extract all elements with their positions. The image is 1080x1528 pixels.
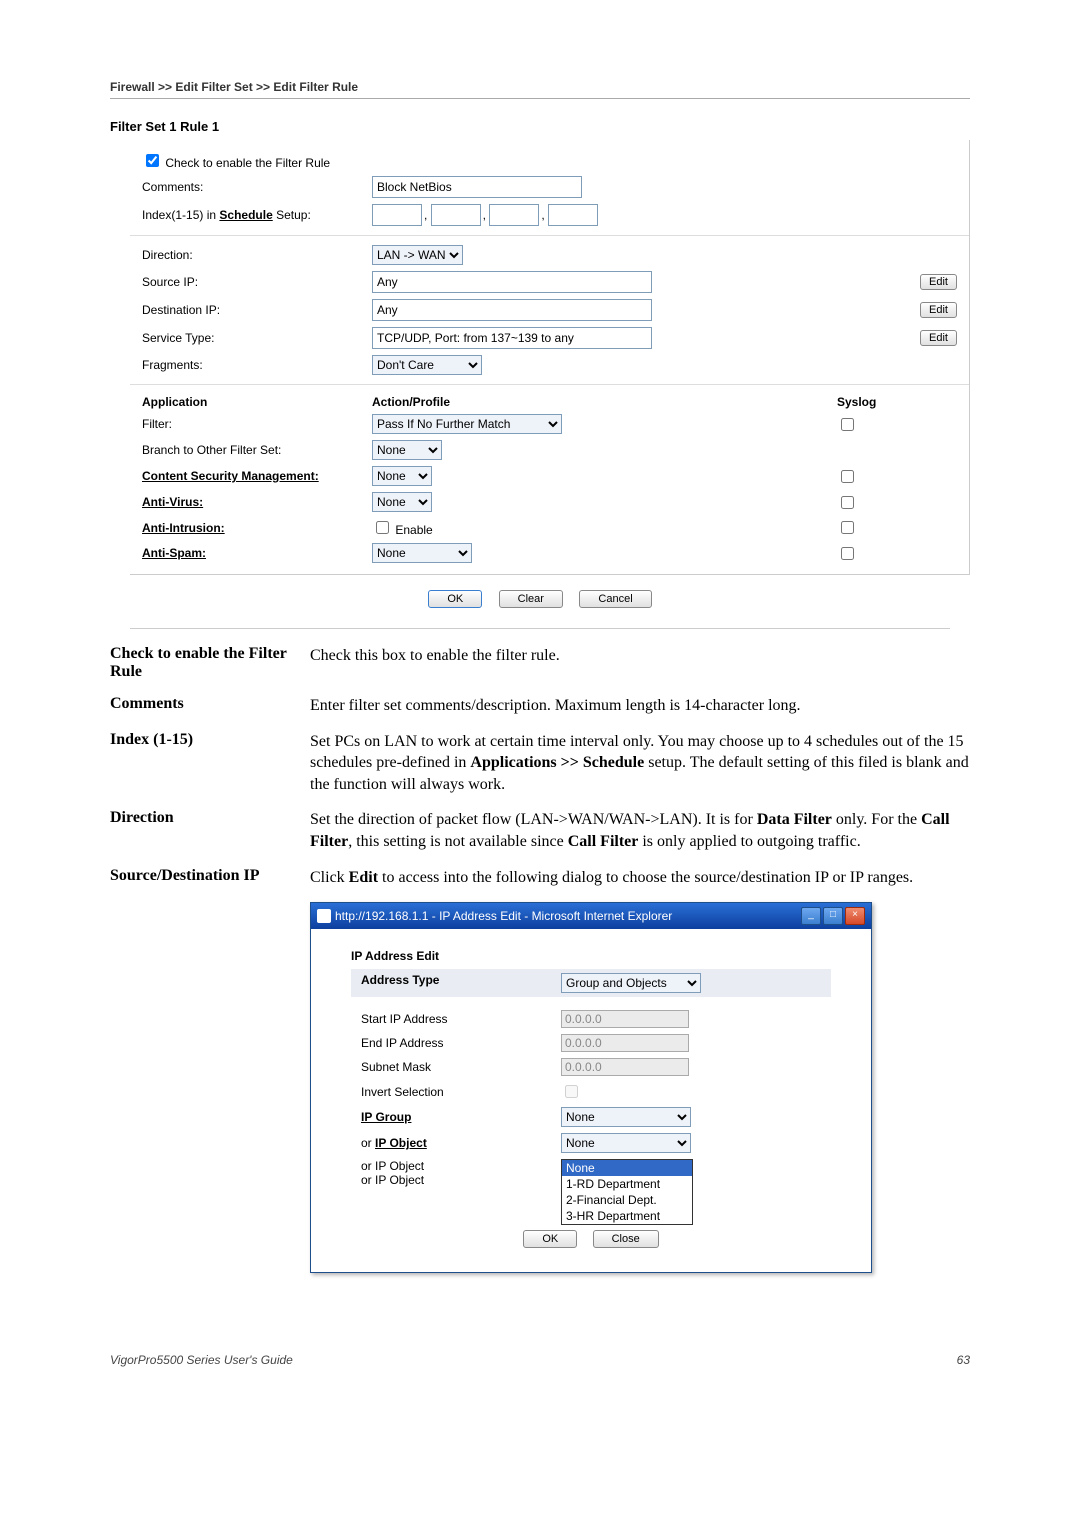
direction-label: Direction: — [142, 248, 372, 262]
desc-direction-label: Direction — [110, 809, 310, 852]
ie-close-button[interactable]: Close — [593, 1230, 659, 1248]
comments-label: Comments: — [142, 180, 372, 194]
clear-button[interactable]: Clear — [499, 590, 563, 608]
ok-button[interactable]: OK — [428, 590, 482, 608]
desc-comments-label: Comments — [110, 695, 310, 717]
filter-label: Filter: — [142, 417, 372, 431]
enable-filter-label: Check to enable the Filter Rule — [165, 156, 330, 170]
anti-spam-syslog-checkbox[interactable] — [841, 547, 854, 560]
ip-group-link[interactable]: IP Group — [361, 1110, 411, 1124]
index-label-suffix: Setup: — [276, 208, 311, 222]
action-profile-header: Action/Profile — [372, 395, 837, 409]
dropdown-item-hr[interactable]: 3-HR Department — [562, 1208, 692, 1224]
page-number: 63 — [957, 1353, 970, 1367]
ip-group-select[interactable]: None — [561, 1107, 691, 1127]
anti-intrusion-enable-checkbox[interactable] — [376, 521, 389, 534]
service-type-edit-button[interactable]: Edit — [920, 330, 957, 346]
csm-syslog-checkbox[interactable] — [841, 470, 854, 483]
dest-ip-edit-button[interactable]: Edit — [920, 302, 957, 318]
desc-check-label: Check to enable the Filter Rule — [110, 645, 310, 681]
anti-intrusion-enable-label: Enable — [395, 523, 432, 537]
end-ip-label: End IP Address — [361, 1036, 561, 1050]
schedule-input-1[interactable] — [372, 204, 422, 226]
anti-virus-select[interactable]: None — [372, 492, 432, 512]
enable-filter-checkbox[interactable] — [146, 154, 159, 167]
address-type-label: Address Type — [361, 973, 561, 993]
close-icon[interactable]: × — [845, 907, 865, 925]
anti-intrusion-link[interactable]: Anti-Intrusion: — [142, 521, 225, 535]
dropdown-item-rd[interactable]: 1-RD Department — [562, 1176, 692, 1192]
filter-syslog-checkbox[interactable] — [841, 418, 854, 431]
anti-spam-link[interactable]: Anti-Spam: — [142, 546, 206, 560]
ip-address-edit-title: IP Address Edit — [351, 949, 831, 963]
ie-dialog: http://192.168.1.1 - IP Address Edit - M… — [310, 902, 872, 1273]
schedule-input-3[interactable] — [489, 204, 539, 226]
anti-intrusion-syslog-checkbox[interactable] — [841, 521, 854, 534]
application-header: Application — [142, 395, 372, 409]
csm-link[interactable]: Content Security Management: — [142, 469, 372, 483]
footer-left: VigorPro5500 Series User's Guide — [110, 1353, 293, 1367]
anti-spam-select[interactable]: None — [372, 543, 472, 563]
ie-ok-button[interactable]: OK — [523, 1230, 577, 1248]
source-ip-input[interactable] — [372, 271, 652, 293]
anti-virus-link[interactable]: Anti-Virus: — [142, 495, 203, 509]
filter-rule-title: Filter Set 1 Rule 1 — [110, 119, 970, 134]
syslog-header: Syslog — [837, 395, 957, 409]
dropdown-item-none[interactable]: None — [562, 1160, 692, 1176]
service-type-input[interactable] — [372, 327, 652, 349]
ip-object-link[interactable]: IP Object — [375, 1136, 427, 1150]
breadcrumb: Firewall >> Edit Filter Set >> Edit Filt… — [110, 80, 970, 94]
source-ip-edit-button[interactable]: Edit — [920, 274, 957, 290]
dropdown-item-financial[interactable]: 2-Financial Dept. — [562, 1192, 692, 1208]
invert-selection-checkbox — [565, 1085, 578, 1098]
ie-title-text: http://192.168.1.1 - IP Address Edit - M… — [335, 909, 672, 923]
desc-srcdest-text: Click Edit to access into the following … — [310, 867, 970, 889]
branch-select[interactable]: None — [372, 440, 442, 460]
desc-check-text: Check this box to enable the filter rule… — [310, 645, 970, 681]
fragments-label: Fragments: — [142, 358, 372, 372]
cancel-button[interactable]: Cancel — [579, 590, 651, 608]
service-type-label: Service Type: — [142, 331, 372, 345]
fragments-select[interactable]: Don't Care — [372, 355, 482, 375]
ip-object-dropdown-list[interactable]: None 1-RD Department 2-Financial Dept. 3… — [561, 1159, 693, 1225]
desc-index-text: Set PCs on LAN to work at certain time i… — [310, 731, 970, 796]
or-ip-object-label-3: or IP Object — [361, 1173, 561, 1187]
branch-label: Branch to Other Filter Set: — [142, 443, 372, 457]
schedule-input-2[interactable] — [431, 204, 481, 226]
desc-comments-text: Enter filter set comments/description. M… — [310, 695, 970, 717]
schedule-link[interactable]: Schedule — [219, 208, 272, 222]
desc-srcdest-label: Source/Destination IP — [110, 867, 310, 889]
filter-select[interactable]: Pass If No Further Match — [372, 414, 562, 434]
start-ip-label: Start IP Address — [361, 1012, 561, 1026]
schedule-input-4[interactable] — [548, 204, 598, 226]
desc-direction-text: Set the direction of packet flow (LAN->W… — [310, 809, 970, 852]
source-ip-label: Source IP: — [142, 275, 372, 289]
comments-input[interactable] — [372, 176, 582, 198]
subnet-mask-input — [561, 1058, 689, 1076]
maximize-icon[interactable]: □ — [823, 907, 843, 925]
minimize-icon[interactable]: _ — [801, 907, 821, 925]
invert-selection-label: Invert Selection — [361, 1085, 561, 1099]
divider — [130, 628, 950, 629]
address-type-select[interactable]: Group and Objects — [561, 973, 701, 993]
anti-virus-syslog-checkbox[interactable] — [841, 496, 854, 509]
ip-object-select-1[interactable]: None — [561, 1133, 691, 1153]
dest-ip-label: Destination IP: — [142, 303, 372, 317]
csm-select[interactable]: None — [372, 466, 432, 486]
subnet-mask-label: Subnet Mask — [361, 1060, 561, 1074]
start-ip-input — [561, 1010, 689, 1028]
divider — [110, 98, 970, 99]
desc-index-label: Index (1-15) — [110, 731, 310, 796]
direction-select[interactable]: LAN -> WAN — [372, 245, 463, 265]
dest-ip-input[interactable] — [372, 299, 652, 321]
filter-rule-panel: Check to enable the Filter Rule Comments… — [130, 140, 970, 575]
ie-logo-icon — [317, 909, 331, 923]
end-ip-input — [561, 1034, 689, 1052]
or-ip-object-label-2: or IP Object — [361, 1159, 561, 1173]
index-label-prefix: Index(1-15) in — [142, 208, 216, 222]
